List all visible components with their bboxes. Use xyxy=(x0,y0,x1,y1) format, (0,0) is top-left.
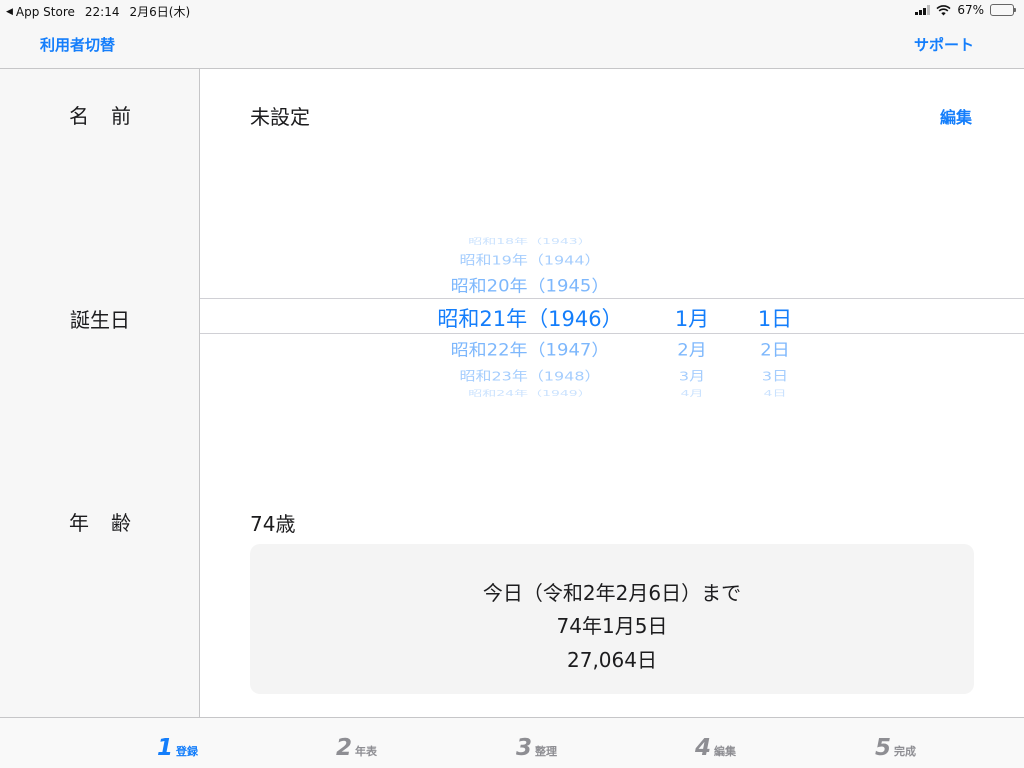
picker-year-option[interactable]: 昭和19年（1944） xyxy=(410,249,650,268)
age-detail-today: 今日（令和2年2月6日）まで xyxy=(482,581,742,605)
picker-year-option[interactable]: 昭和20年（1945） xyxy=(410,273,650,297)
picker-year-selected[interactable]: 昭和21年（1946） xyxy=(410,303,650,333)
age-detail-days: 27,064日 xyxy=(567,648,657,672)
edit-name-button[interactable]: 編集 xyxy=(940,104,972,128)
cellular-signal-icon xyxy=(915,5,931,15)
birthday-label: 誕生日 xyxy=(70,308,130,332)
battery-percent: 67% xyxy=(957,3,984,17)
tab-number: 5 xyxy=(875,735,892,761)
tab-complete[interactable]: 5 完成 xyxy=(875,735,916,761)
tab-number: 4 xyxy=(695,735,712,761)
picker-year-option[interactable]: 昭和24年（1949） xyxy=(410,388,650,399)
picker-year-option[interactable]: 昭和18年（1943） xyxy=(410,236,650,247)
tab-number: 3 xyxy=(516,735,533,761)
tab-edit[interactable]: 4 編集 xyxy=(695,735,736,761)
name-value: 未設定 xyxy=(250,105,310,129)
tab-timeline[interactable]: 2 年表 xyxy=(336,735,377,761)
label-sidebar: 名前 誕生日 年齢 xyxy=(0,69,200,717)
wifi-icon xyxy=(936,4,951,15)
tab-number: 1 xyxy=(157,735,174,761)
back-arrow-icon[interactable]: ◀ xyxy=(6,7,13,17)
age-value: 74歳 xyxy=(250,512,296,536)
navigation-bar: 利用者切替 サポート xyxy=(0,20,1024,69)
tab-label: 登録 xyxy=(176,745,199,758)
switch-user-button[interactable]: 利用者切替 xyxy=(40,34,115,55)
picker-day-option[interactable]: 3日 xyxy=(745,365,805,384)
tab-organize[interactable]: 3 整理 xyxy=(516,735,557,761)
picker-day-selected[interactable]: 1日 xyxy=(745,303,805,333)
tab-label: 整理 xyxy=(535,745,558,758)
status-left: ◀ App Store 22:14 2月6日(木) xyxy=(6,3,190,20)
status-date: 2月6日(木) xyxy=(129,5,191,19)
main-content: 未設定 編集 昭和18年（1943） 昭和19年（1944） 昭和20年（194… xyxy=(200,69,1024,717)
picker-year-option[interactable]: 昭和23年（1948） xyxy=(410,365,650,384)
back-app-link[interactable]: App Store xyxy=(16,5,75,19)
picker-year-option[interactable]: 昭和22年（1947） xyxy=(410,337,650,361)
battery-icon xyxy=(990,4,1016,16)
tab-number: 2 xyxy=(336,735,353,761)
picker-day-option[interactable]: 2日 xyxy=(745,337,805,361)
age-label: 年齢 xyxy=(69,511,153,535)
step-tab-bar: 1 登録 2 年表 3 整理 4 編集 5 完成 xyxy=(0,717,1024,768)
tab-register[interactable]: 1 登録 xyxy=(157,735,198,761)
support-button[interactable]: サポート xyxy=(914,34,974,55)
age-detail-card: 今日（令和2年2月6日）まで 74年1月5日 27,064日 xyxy=(250,544,974,694)
picker-month-option[interactable]: 4月 xyxy=(662,388,722,399)
picker-month-option[interactable]: 3月 xyxy=(662,365,722,384)
tab-label: 編集 xyxy=(714,745,737,758)
picker-month-option[interactable]: 2月 xyxy=(662,337,722,361)
picker-month-selected[interactable]: 1月 xyxy=(662,303,722,333)
tab-label: 完成 xyxy=(894,745,917,758)
status-right: 67% xyxy=(915,3,1016,17)
age-detail-ymd: 74年1月5日 xyxy=(556,614,668,638)
tab-label: 年表 xyxy=(355,745,378,758)
birthday-date-picker[interactable]: 昭和18年（1943） 昭和19年（1944） 昭和20年（1945） 昭和21… xyxy=(200,219,1024,399)
status-time: 22:14 xyxy=(84,4,120,19)
name-label: 名前 xyxy=(69,104,153,128)
picker-day-option[interactable]: 4日 xyxy=(745,388,805,399)
status-bar: ◀ App Store 22:14 2月6日(木) 67% xyxy=(0,0,1024,20)
